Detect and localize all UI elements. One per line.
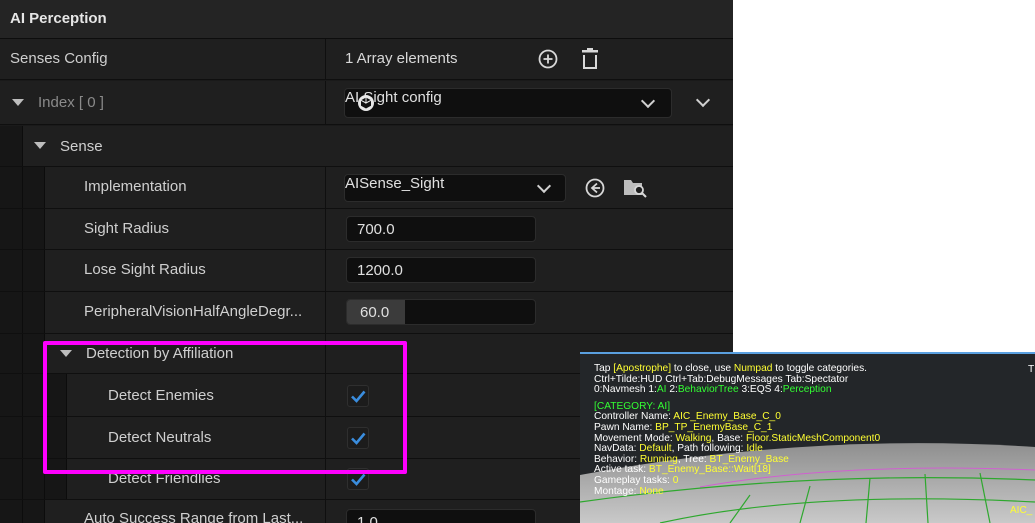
- sight-radius-label: Sight Radius: [84, 220, 170, 237]
- chevron-down-icon: [640, 93, 656, 109]
- section-title: AI Perception: [10, 10, 107, 27]
- browse-folder-icon[interactable]: [622, 176, 648, 198]
- peripheral-vision-label: PeripheralVisionHalfAngleDegr...: [84, 303, 303, 320]
- lose-sight-radius-input[interactable]: 1200.0: [346, 257, 536, 283]
- implementation-label: Implementation: [84, 178, 187, 195]
- auto-success-range-value: 1.0: [357, 514, 378, 523]
- array-index-row: Index [ 0 ] AI Sight config: [0, 81, 733, 125]
- collapse-arrow-icon[interactable]: [34, 142, 46, 149]
- debug-help-line: Tap [Apostrophe] to close, use Numpad to…: [594, 363, 867, 374]
- sense-row: Sense: [0, 126, 733, 167]
- peripheral-vision-row: PeripheralVisionHalfAngleDegr... 60.0: [0, 292, 733, 334]
- debug-right-text: T: [1028, 364, 1035, 375]
- debugger-text-block: Tap [Apostrophe] to close, use Numpad to…: [594, 363, 880, 497]
- sight-radius-value: 700.0: [357, 221, 395, 238]
- peripheral-vision-input[interactable]: 60.0: [346, 299, 536, 325]
- implementation-value: AISense_Sight: [345, 175, 445, 192]
- debug-categories-line: 0:Navmesh 1:AI 2:BehaviorTree 3:EQS 4:Pe…: [594, 384, 832, 396]
- gameplay-debugger-viewport: Tap [Apostrophe] to close, use Numpad to…: [580, 352, 1035, 523]
- lose-sight-radius-row: Lose Sight Radius 1200.0: [0, 250, 733, 292]
- array-count-text: 1 Array elements: [345, 50, 458, 67]
- sight-radius-input[interactable]: 700.0: [346, 216, 536, 242]
- implementation-row: Implementation AISense_Sight: [0, 167, 733, 209]
- auto-success-range-label: Auto Success Range from Last...: [84, 510, 304, 523]
- browse-back-arrow-icon[interactable]: [585, 178, 605, 198]
- highlight-box: [43, 341, 407, 474]
- sense-config-dropdown[interactable]: AI Sight config: [344, 88, 672, 118]
- senses-config-row: Senses Config 1 Array elements: [0, 39, 733, 80]
- trash-icon[interactable]: [580, 48, 600, 70]
- sight-radius-row: Sight Radius 700.0: [0, 209, 733, 250]
- senses-config-label: Senses Config: [10, 50, 108, 67]
- collapse-arrow-icon[interactable]: [12, 99, 24, 106]
- add-element-icon[interactable]: [538, 49, 558, 69]
- debug-aic-tag: AIC_: [1010, 505, 1033, 516]
- debug-montage-line: Montage: None: [594, 485, 664, 497]
- lose-sight-radius-label: Lose Sight Radius: [84, 261, 206, 278]
- sight-config-icon: [358, 95, 374, 111]
- row-options-chevron-icon[interactable]: [695, 92, 711, 108]
- auto-success-range-input[interactable]: 1.0: [346, 509, 536, 523]
- implementation-dropdown[interactable]: AISense_Sight: [344, 174, 566, 202]
- section-header-ai-perception[interactable]: AI Perception: [0, 0, 733, 39]
- peripheral-vision-value: 60.0: [360, 304, 390, 321]
- sense-label: Sense: [60, 138, 103, 155]
- chevron-down-icon: [536, 178, 552, 194]
- lose-sight-radius-value: 1200.0: [357, 262, 403, 279]
- array-index-label: Index [ 0 ]: [38, 94, 104, 111]
